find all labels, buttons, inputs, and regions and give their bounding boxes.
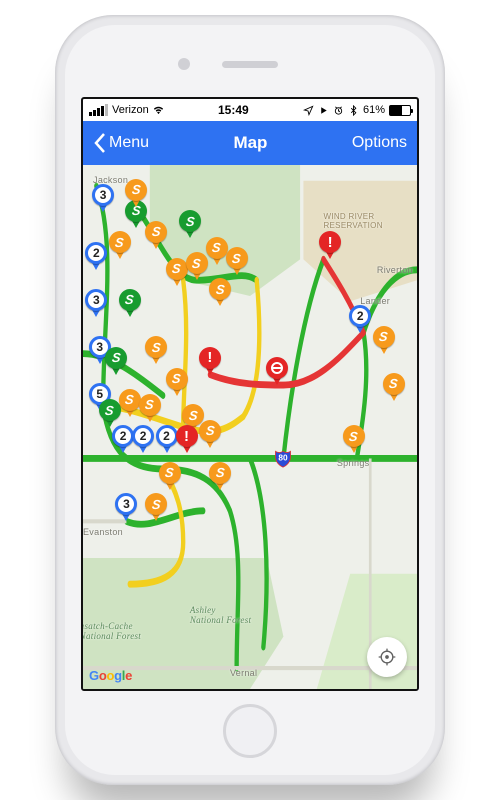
- road-s-icon: S: [205, 423, 215, 438]
- carrier-label: Verizon: [112, 104, 149, 116]
- back-label: Menu: [109, 134, 149, 152]
- svg-text:80: 80: [279, 453, 289, 463]
- options-button[interactable]: Options: [352, 134, 407, 152]
- road-s-icon: S: [151, 340, 161, 355]
- road-s-icon: S: [151, 224, 161, 239]
- map-place-label: Ashley National Forest: [190, 605, 251, 625]
- road-s-icon: S: [231, 251, 241, 266]
- road-s-icon: S: [388, 376, 398, 391]
- map-place-label: Riverton: [377, 265, 413, 275]
- road-s-icon: S: [171, 261, 181, 276]
- screen: Verizon 15:49 61% Menu Map Options: [81, 97, 419, 691]
- bluetooth-icon: [348, 105, 359, 116]
- alert-icon: !: [328, 234, 333, 251]
- interstate-shield-icon: 80: [273, 448, 293, 468]
- orange-condition-pin[interactable]: S: [109, 231, 131, 259]
- cluster-pin[interactable]: 2: [112, 425, 134, 453]
- orange-condition-pin[interactable]: S: [145, 221, 167, 249]
- road-s-icon: S: [105, 403, 115, 418]
- road-s-icon: S: [378, 329, 388, 344]
- alert-icon: !: [184, 428, 189, 445]
- road-s-icon: S: [188, 408, 198, 423]
- wifi-icon: [153, 105, 164, 116]
- map-view[interactable]: Google JacksonRivertonLanderSpringsEvans…: [83, 165, 417, 689]
- clock: 15:49: [168, 103, 299, 117]
- orange-condition-pin[interactable]: S: [209, 278, 231, 306]
- road-s-icon: S: [145, 397, 155, 412]
- orange-condition-pin[interactable]: S: [166, 368, 188, 396]
- alarm-icon: [333, 105, 344, 116]
- orange-condition-pin[interactable]: S: [226, 247, 248, 275]
- orange-condition-pin[interactable]: S: [209, 462, 231, 490]
- cluster-pin[interactable]: 2: [349, 305, 371, 333]
- road-s-icon: S: [191, 256, 201, 271]
- alert-icon: !: [207, 349, 212, 366]
- phone-bezel: Verizon 15:49 61% Menu Map Options: [65, 25, 435, 775]
- orange-condition-pin[interactable]: S: [159, 462, 181, 490]
- play-icon: [318, 105, 329, 116]
- crosshair-icon: [377, 647, 397, 667]
- chevron-left-icon: [93, 133, 107, 153]
- red-condition-pin[interactable]: !: [176, 425, 198, 453]
- road-s-icon: S: [348, 429, 358, 444]
- cluster-pin[interactable]: 3: [92, 184, 114, 212]
- road-s-icon: S: [131, 182, 141, 197]
- orange-condition-pin[interactable]: S: [166, 258, 188, 286]
- orange-condition-pin[interactable]: S: [186, 252, 208, 280]
- page-title: Map: [149, 133, 352, 153]
- orange-condition-pin[interactable]: S: [343, 425, 365, 453]
- orange-condition-pin[interactable]: S: [125, 179, 147, 207]
- orange-condition-pin[interactable]: S: [119, 389, 141, 417]
- cluster-pin[interactable]: 2: [132, 425, 154, 453]
- green-condition-pin[interactable]: S: [179, 210, 201, 238]
- status-bar: Verizon 15:49 61%: [83, 99, 417, 121]
- home-button[interactable]: [223, 704, 277, 758]
- red-condition-pin[interactable]: [266, 357, 288, 385]
- orange-condition-pin[interactable]: S: [199, 420, 221, 448]
- phone-frame: Verizon 15:49 61% Menu Map Options: [55, 15, 445, 785]
- map-place-label: asatch-Cache National Forest: [83, 621, 141, 641]
- cluster-pin[interactable]: 2: [156, 425, 178, 453]
- orange-condition-pin[interactable]: S: [139, 394, 161, 422]
- battery-pct: 61%: [363, 104, 385, 116]
- red-condition-pin[interactable]: !: [319, 231, 341, 259]
- orange-condition-pin[interactable]: S: [373, 326, 395, 354]
- road-s-icon: S: [125, 392, 135, 407]
- road-s-icon: S: [111, 350, 121, 365]
- google-attribution: Google: [89, 668, 132, 683]
- phone-camera-icon: [178, 58, 190, 70]
- cluster-pin[interactable]: 3: [115, 493, 137, 521]
- cell-signal-icon: [89, 104, 108, 116]
- road-s-icon: S: [185, 214, 195, 229]
- road-s-icon: S: [171, 371, 181, 386]
- cluster-pin[interactable]: 3: [85, 289, 107, 317]
- map-place-label: Springs: [337, 458, 370, 468]
- road-s-icon: S: [125, 292, 135, 307]
- map-place-label: Vernal: [230, 668, 257, 678]
- orange-condition-pin[interactable]: S: [383, 373, 405, 401]
- location-services-icon: [303, 105, 314, 116]
- orange-condition-pin[interactable]: S: [206, 237, 228, 265]
- road-s-icon: S: [165, 465, 175, 480]
- red-condition-pin[interactable]: !: [199, 347, 221, 375]
- map-place-label: WIND RIVER RESERVATION: [323, 212, 382, 230]
- orange-condition-pin[interactable]: S: [145, 336, 167, 364]
- road-s-icon: S: [151, 497, 161, 512]
- locate-me-button[interactable]: [367, 637, 407, 677]
- map-place-label: Evanston: [83, 527, 123, 537]
- back-button[interactable]: Menu: [93, 133, 149, 153]
- road-s-icon: S: [215, 282, 225, 297]
- green-condition-pin[interactable]: S: [105, 347, 127, 375]
- orange-condition-pin[interactable]: S: [145, 493, 167, 521]
- green-condition-pin[interactable]: S: [99, 399, 121, 427]
- cluster-pin[interactable]: 2: [85, 242, 107, 270]
- road-s-icon: S: [115, 235, 125, 250]
- app-navbar: Menu Map Options: [83, 121, 417, 165]
- phone-speaker: [222, 61, 278, 68]
- no-entry-icon: [271, 362, 283, 374]
- battery-icon: [389, 105, 411, 116]
- road-s-icon: S: [211, 240, 221, 255]
- road-s-icon: S: [215, 465, 225, 480]
- green-condition-pin[interactable]: S: [119, 289, 141, 317]
